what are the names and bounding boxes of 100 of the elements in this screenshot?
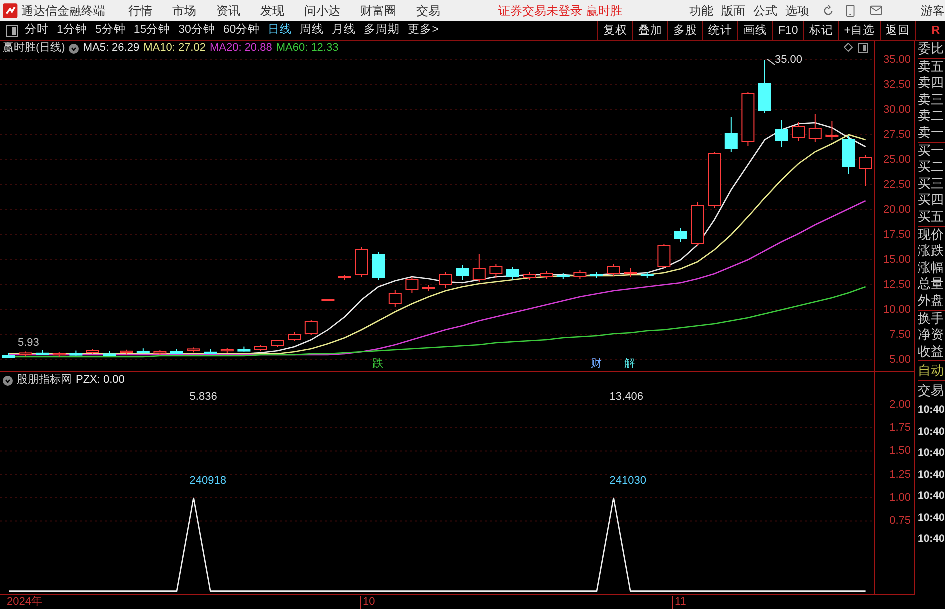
- event-marker: 解: [624, 358, 636, 371]
- toolbar-button[interactable]: 多股: [667, 20, 702, 40]
- candlestick: [355, 246, 368, 278]
- axis-tick-label: 17.50: [883, 229, 911, 241]
- axis-tick-label: 10.00: [883, 304, 911, 316]
- date-axis-label: 11: [672, 596, 686, 609]
- candlestick: [607, 264, 620, 276]
- candlestick: [540, 270, 554, 280]
- quote-field-label: 卖四: [918, 75, 945, 92]
- candlestick: [322, 298, 335, 302]
- top-menu-item[interactable]: 选项: [785, 2, 810, 20]
- candlestick: [472, 254, 486, 282]
- series-label: MA10: 27.02: [144, 42, 206, 55]
- dropdown-icon[interactable]: [3, 376, 13, 386]
- candlestick: [808, 114, 822, 142]
- menu-item[interactable]: 发现: [250, 2, 295, 20]
- axis-tick-label: 15.00: [883, 254, 911, 266]
- axis-tick-label: 32.50: [883, 79, 911, 91]
- quote-field-label: 净资: [918, 327, 945, 344]
- toolbar-button[interactable]: F10: [772, 20, 804, 40]
- indicator-title: 股朋指标网: [17, 374, 72, 387]
- axis-tick-label: 5.00: [890, 354, 911, 366]
- user-label[interactable]: 游客: [921, 2, 945, 20]
- high-price-label: 35.00: [775, 54, 803, 67]
- candlestick: [775, 120, 788, 148]
- candlestick: [523, 272, 536, 280]
- series-label: MA60: 12.33: [276, 42, 339, 55]
- axis-tick-label: 1.25: [890, 468, 911, 481]
- quote-field-label: 买四: [918, 192, 945, 209]
- panel-toggle-icon[interactable]: [6, 24, 18, 36]
- auto-tab[interactable]: 自动: [918, 361, 945, 382]
- menu-item[interactable]: 财富圈: [350, 2, 407, 20]
- quote-field-label: 收益: [918, 344, 945, 360]
- period-tab[interactable]: 周线: [296, 22, 328, 40]
- top-menu-item[interactable]: 版面: [721, 2, 746, 20]
- quote-field-label: 换手: [918, 310, 945, 328]
- candlestick: [439, 272, 452, 288]
- period-tab[interactable]: 更多>: [404, 22, 443, 40]
- period-tab[interactable]: 60分钟: [219, 22, 264, 40]
- diamond-icon[interactable]: [844, 43, 853, 52]
- phone-icon[interactable]: [846, 4, 856, 18]
- period-tab[interactable]: 月线: [328, 22, 360, 40]
- trade-time: 10:40: [918, 532, 945, 548]
- trade-time: 10:40: [918, 510, 945, 526]
- axis-tick-label: 0.75: [890, 515, 911, 528]
- candlestick: [758, 60, 772, 114]
- top-menu-item[interactable]: 公式: [753, 2, 778, 20]
- toolbar-button[interactable]: 复权: [597, 20, 632, 40]
- candlestick: [826, 120, 839, 140]
- menu-item[interactable]: 交易: [406, 2, 451, 20]
- event-marker: 跌: [372, 358, 384, 371]
- toolbar-button[interactable]: 标记: [803, 20, 838, 40]
- period-tab[interactable]: 15分钟: [130, 22, 175, 40]
- trade-time: 10:40: [918, 424, 945, 440]
- toolbar-button[interactable]: 统计: [702, 20, 738, 40]
- axis-tick-label: 20.00: [883, 204, 911, 216]
- quote-field-label: 涨跌: [918, 243, 945, 260]
- candlestick: [288, 332, 302, 342]
- top-menu-item[interactable]: 功能: [689, 2, 714, 20]
- trade-time: 10:40: [918, 403, 945, 418]
- candlestick: [204, 348, 218, 355]
- period-tab[interactable]: 多周期: [360, 22, 404, 40]
- toolbar-button[interactable]: 画线: [737, 20, 772, 40]
- period-tab[interactable]: 分时: [21, 22, 53, 40]
- axis-tick-label: 27.50: [883, 129, 911, 141]
- trade-label: 交易: [918, 382, 945, 400]
- mail-icon[interactable]: [870, 5, 882, 16]
- menu-item[interactable]: 资讯: [206, 2, 251, 20]
- period-tab[interactable]: 日线: [264, 22, 296, 40]
- candlestick: [674, 228, 688, 242]
- toolbar-button[interactable]: +自选: [838, 20, 880, 40]
- app-logo-icon: [3, 2, 18, 18]
- refresh-icon[interactable]: [823, 4, 834, 16]
- quote-field-label: 买二: [918, 159, 945, 176]
- period-tab[interactable]: 30分钟: [174, 22, 220, 40]
- axis-tick-label: 12.50: [883, 279, 911, 291]
- quote-field-label: 现价: [918, 226, 945, 244]
- r-label: R: [915, 20, 945, 40]
- candlestick: [658, 244, 671, 268]
- axis-tick-label: 30.00: [883, 104, 911, 116]
- quote-field-label: 买一: [918, 142, 945, 160]
- series-label: MA20: 20.88: [210, 42, 272, 55]
- candlestick: [154, 350, 167, 356]
- candlestick: [640, 272, 654, 278]
- toolbar-button[interactable]: 叠加: [632, 20, 668, 40]
- dropdown-icon[interactable]: [69, 44, 80, 54]
- period-tab[interactable]: 5分钟: [91, 22, 130, 40]
- candlestick: [220, 348, 234, 354]
- quote-field-label: 买五: [918, 208, 945, 226]
- axis-tick-label: 35.00: [883, 54, 911, 66]
- menu-item[interactable]: 市场: [162, 2, 207, 20]
- toolbar-button[interactable]: 返回: [880, 20, 915, 40]
- panel-toggle-icon[interactable]: [858, 43, 868, 53]
- period-tab[interactable]: 1分钟: [53, 22, 92, 40]
- login-status: 证券交易未登录: [498, 2, 582, 20]
- candlestick: [574, 270, 587, 280]
- menu-item[interactable]: 行情: [118, 2, 163, 20]
- menu-item[interactable]: 问小达: [294, 2, 351, 20]
- date-axis-label: 2024年: [6, 596, 42, 609]
- indicator-value: 13.406: [610, 391, 644, 404]
